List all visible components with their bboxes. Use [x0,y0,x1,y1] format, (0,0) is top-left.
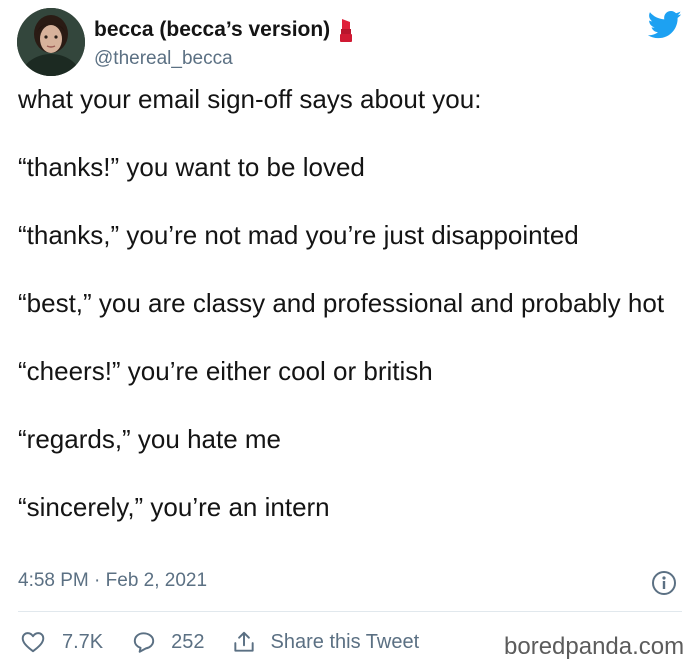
avatar[interactable] [17,8,85,76]
twitter-bird-icon[interactable] [647,10,682,40]
share-tweet-button[interactable]: Share this Tweet [231,629,420,655]
tweet-line: “best,” you are classy and professional … [18,288,665,318]
lipstick-icon [338,17,354,43]
tweet-actions: 7.7K 252 Share this Tweet [20,626,419,658]
tweet-line: “cheers!” you’re either cool or british [18,356,433,386]
user-handle[interactable]: @thereal_becca [94,48,233,70]
info-icon[interactable] [651,570,677,596]
reply-icon [133,632,155,653]
reply-button[interactable]: 252 [131,629,205,655]
share-tweet-label: Share this Tweet [270,630,420,653]
like-button[interactable]: 7.7K [20,629,103,655]
tweet-line: what your email sign-off says about you: [18,84,482,114]
like-count: 7.7K [62,630,104,653]
display-name-row[interactable]: becca (becca’s version) [94,17,354,43]
profile-photo [17,8,85,76]
reply-count: 252 [171,630,205,653]
divider [18,611,682,612]
heart-icon [21,632,45,653]
display-name[interactable]: becca (becca’s version) [94,18,330,42]
tweet-timestamp[interactable]: 4:58 PM · Feb 2, 2021 [18,570,207,592]
watermark: boredpanda.com [504,633,685,660]
tweet-line: “regards,” you hate me [18,424,282,454]
tweet-line: “sincerely,” you’re an intern [18,492,330,522]
tweet-line: “thanks,” you’re not mad you’re just dis… [18,220,579,250]
tweet-text: what your email sign-off says about you:… [18,82,686,524]
tweet-line: “thanks!” you want to be loved [18,152,365,182]
share-icon [233,631,254,652]
